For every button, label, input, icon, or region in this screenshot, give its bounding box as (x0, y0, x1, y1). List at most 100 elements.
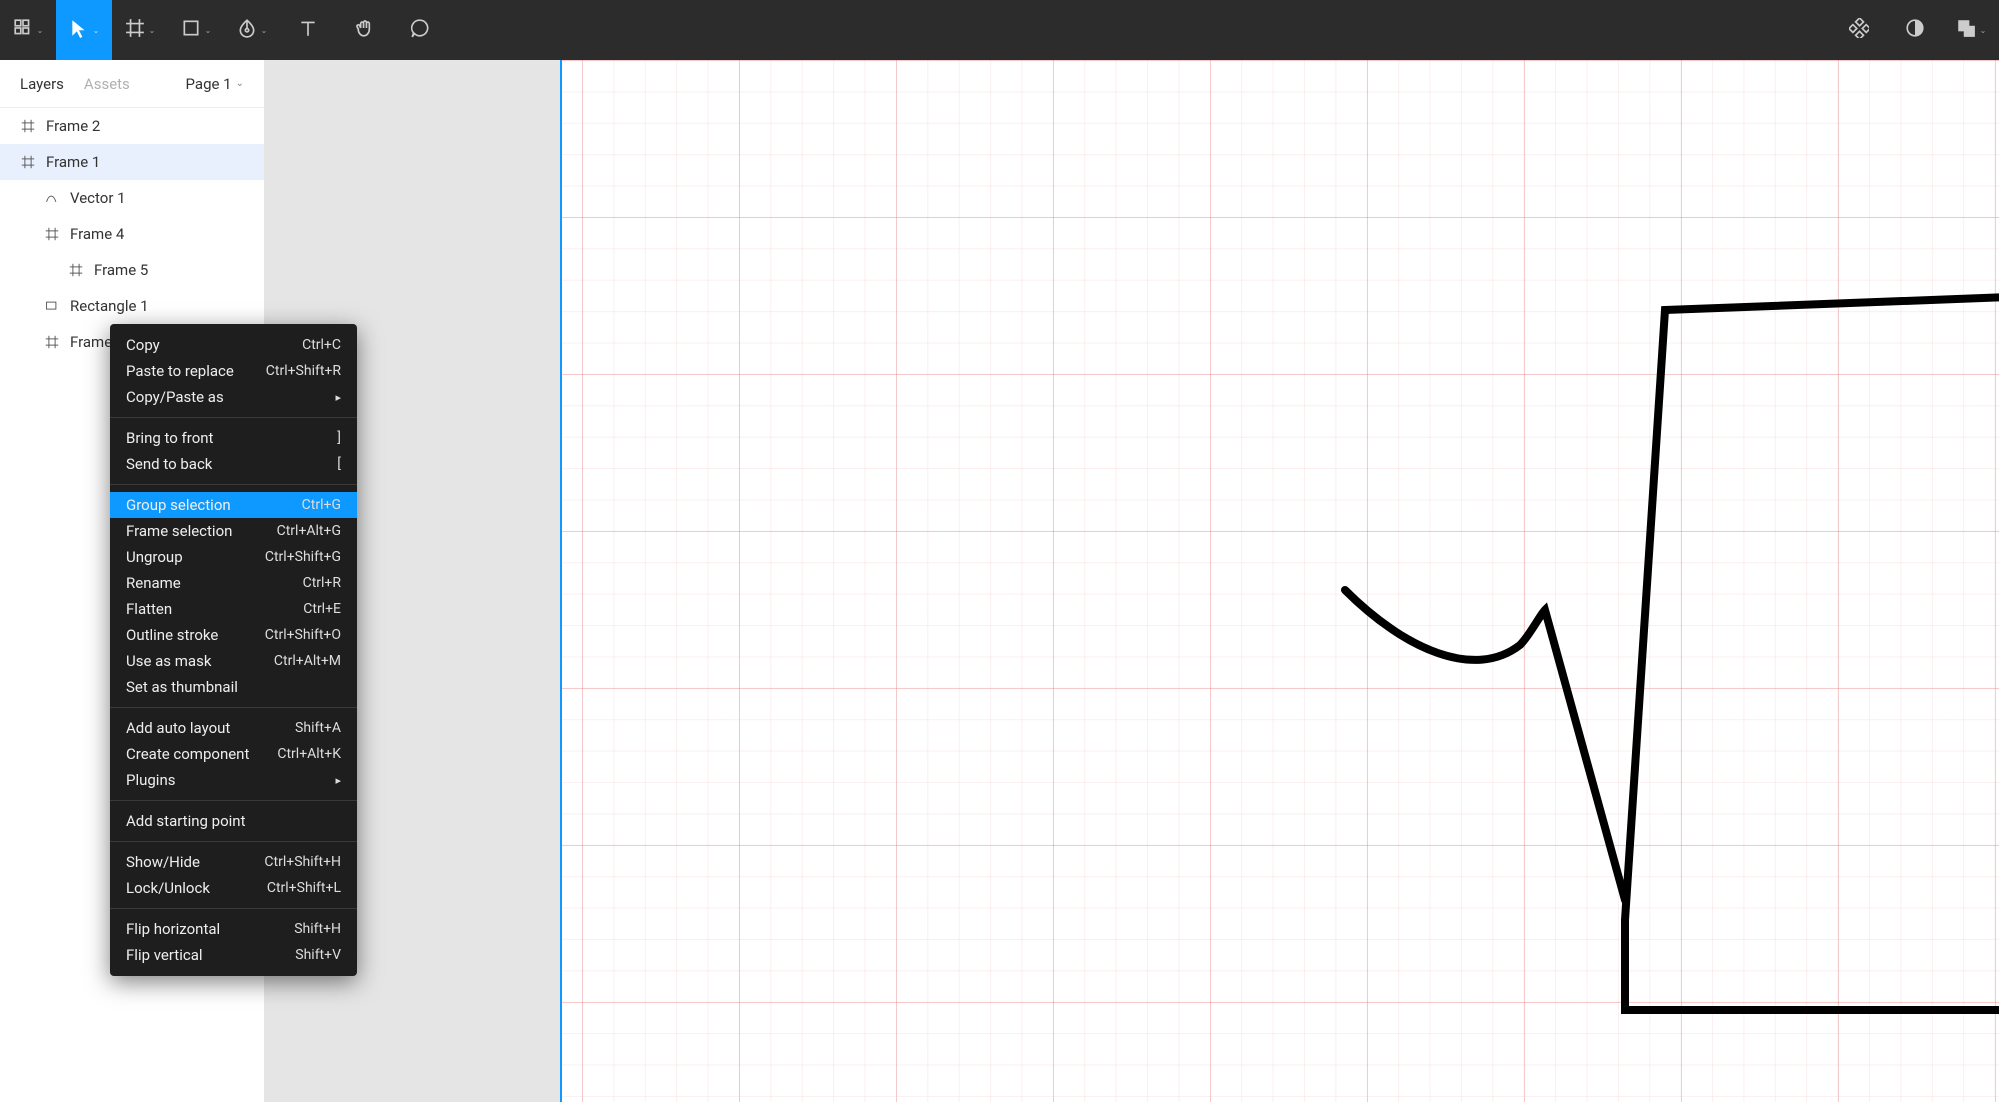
rect-icon (44, 298, 60, 314)
context-menu-separator (110, 800, 357, 801)
context-menu-item[interactable]: Add auto layoutShift+A (110, 715, 357, 741)
frame-tool-button[interactable]: ⌄ (112, 0, 168, 60)
context-menu-shortcut: ] (337, 430, 341, 446)
context-menu-item[interactable]: Plugins (110, 767, 357, 793)
context-menu-item[interactable]: Bring to front] (110, 425, 357, 451)
context-menu-label: Copy (126, 336, 160, 354)
pen-tool-button[interactable]: ⌄ (224, 0, 280, 60)
page-selector[interactable]: Page 1 ⌄ (186, 75, 244, 93)
context-menu-item[interactable]: Paste to replace Ctrl+Shift+R (110, 358, 357, 384)
layer-label: Rectangle 1 (70, 297, 149, 315)
context-menu-shortcut: Ctrl+Alt+G (277, 523, 341, 539)
context-menu-label: Plugins (126, 771, 175, 789)
context-menu-label: Rename (126, 574, 181, 592)
layer-row[interactable]: Frame 1 (0, 144, 264, 180)
hand-icon (354, 18, 374, 42)
context-menu-label: Frame selection (126, 522, 232, 540)
context-menu-label: Add starting point (126, 812, 245, 830)
context-menu-shortcut: Ctrl+Alt+K (277, 746, 341, 762)
context-menu-shortcut: Ctrl+Shift+L (267, 880, 341, 896)
context-menu-separator (110, 707, 357, 708)
context-menu-label: Create component (126, 745, 249, 763)
context-menu-shortcut: Ctrl+Shift+O (265, 627, 341, 643)
context-menu-label: Bring to front (126, 429, 213, 447)
context-menu-shortcut: Ctrl+Shift+G (265, 549, 341, 565)
layer-row[interactable]: Frame 4 (0, 216, 264, 252)
shape-tool-button[interactable]: ⌄ (168, 0, 224, 60)
chevron-down-icon: ⌄ (149, 26, 156, 35)
context-menu-item[interactable]: Create component Ctrl+Alt+K (110, 741, 357, 767)
context-menu-item[interactable]: Show/HideCtrl+Shift+H (110, 849, 357, 875)
chevron-down-icon: ⌄ (236, 78, 244, 89)
context-menu-item[interactable]: Flip horizontal Shift+H (110, 916, 357, 942)
context-menu-item[interactable]: Outline stroke Ctrl+Shift+O (110, 622, 357, 648)
boolean-button[interactable]: ⌄ (1943, 0, 1999, 60)
context-menu-item[interactable]: CopyCtrl+C (110, 332, 357, 358)
context-menu-item[interactable]: Set as thumbnail (110, 674, 357, 700)
context-menu-label: Outline stroke (126, 626, 218, 644)
context-menu-label: Flip horizontal (126, 920, 220, 938)
main-menu-button[interactable]: ⌄ (0, 0, 56, 60)
context-menu-item[interactable]: Use as mask Ctrl+Alt+M (110, 648, 357, 674)
context-menu-item[interactable]: Group selectionCtrl+G (110, 492, 357, 518)
layer-row[interactable]: Frame 5 (0, 252, 264, 288)
context-menu-label: Send to back (126, 455, 212, 473)
context-menu-item[interactable]: Rename Ctrl+R (110, 570, 357, 596)
panel-tabs: Layers Assets Page 1 ⌄ (0, 60, 264, 108)
context-menu-shortcut: Ctrl+Alt+M (274, 653, 341, 669)
context-menu-label: Add auto layout (126, 719, 230, 737)
frame-icon (68, 262, 84, 278)
context-menu-label: Ungroup (126, 548, 183, 566)
tab-assets[interactable]: Assets (84, 75, 130, 93)
context-menu-label: Lock/Unlock (126, 879, 210, 897)
chevron-down-icon: ⌄ (37, 26, 44, 35)
frame-icon (20, 118, 36, 134)
context-menu-label: Paste to replace (126, 362, 234, 380)
chevron-down-icon: ⌄ (93, 26, 100, 35)
text-icon (298, 18, 318, 42)
components-button[interactable] (1831, 0, 1887, 60)
context-menu-item[interactable]: Ungroup Ctrl+Shift+G (110, 544, 357, 570)
context-menu-label: Use as mask (126, 652, 211, 670)
layer-row[interactable]: Frame 2 (0, 108, 264, 144)
layer-label: Frame 2 (46, 117, 100, 135)
context-menu-item[interactable]: Lock/Unlock Ctrl+Shift+L (110, 875, 357, 901)
context-menu-shortcut: Shift+H (294, 921, 341, 937)
chevron-down-icon: ⌄ (1980, 26, 1987, 35)
context-menu-separator (110, 417, 357, 418)
frame-icon (125, 18, 145, 42)
chevron-down-icon: ⌄ (205, 26, 212, 35)
frame-icon (44, 226, 60, 242)
context-menu-item[interactable]: Flip verticalShift+V (110, 942, 357, 968)
menu-grid-icon (13, 18, 33, 42)
mask-icon (1905, 18, 1925, 42)
context-menu-label: Flatten (126, 600, 172, 618)
context-menu-item[interactable]: Copy/Paste as (110, 384, 357, 410)
layer-row[interactable]: Vector 1 (0, 180, 264, 216)
context-menu-item[interactable]: Frame selection Ctrl+Alt+G (110, 518, 357, 544)
comment-tool-button[interactable] (392, 0, 448, 60)
square-icon (181, 18, 201, 42)
chevron-down-icon: ⌄ (261, 26, 268, 35)
context-menu-shortcut: Shift+V (295, 947, 341, 963)
context-menu-item[interactable]: Send to back[ (110, 451, 357, 477)
vector-icon (44, 190, 60, 206)
context-menu-item[interactable]: Flatten Ctrl+E (110, 596, 357, 622)
context-menu-shortcut: Ctrl+R (303, 575, 341, 591)
layer-label: Frame 5 (94, 261, 148, 279)
context-menu-shortcut: Ctrl+E (303, 601, 341, 617)
text-tool-button[interactable] (280, 0, 336, 60)
context-menu: CopyCtrl+C Paste to replace Ctrl+Shift+R Co… (110, 324, 357, 976)
move-tool-button[interactable]: ⌄ (56, 0, 112, 60)
hand-tool-button[interactable] (336, 0, 392, 60)
comment-icon (410, 18, 430, 42)
context-menu-shortcut: Ctrl+Shift+R (266, 363, 341, 379)
mask-button[interactable] (1887, 0, 1943, 60)
layer-row[interactable]: Rectangle 1 (0, 288, 264, 324)
context-menu-item[interactable]: Add starting point (110, 808, 357, 834)
context-menu-shortcut: Ctrl+G (302, 497, 341, 513)
layer-label: Vector 1 (70, 189, 126, 207)
boolean-icon (1956, 18, 1976, 42)
tab-layers[interactable]: Layers (20, 75, 64, 93)
canvas[interactable] (265, 60, 1999, 1102)
